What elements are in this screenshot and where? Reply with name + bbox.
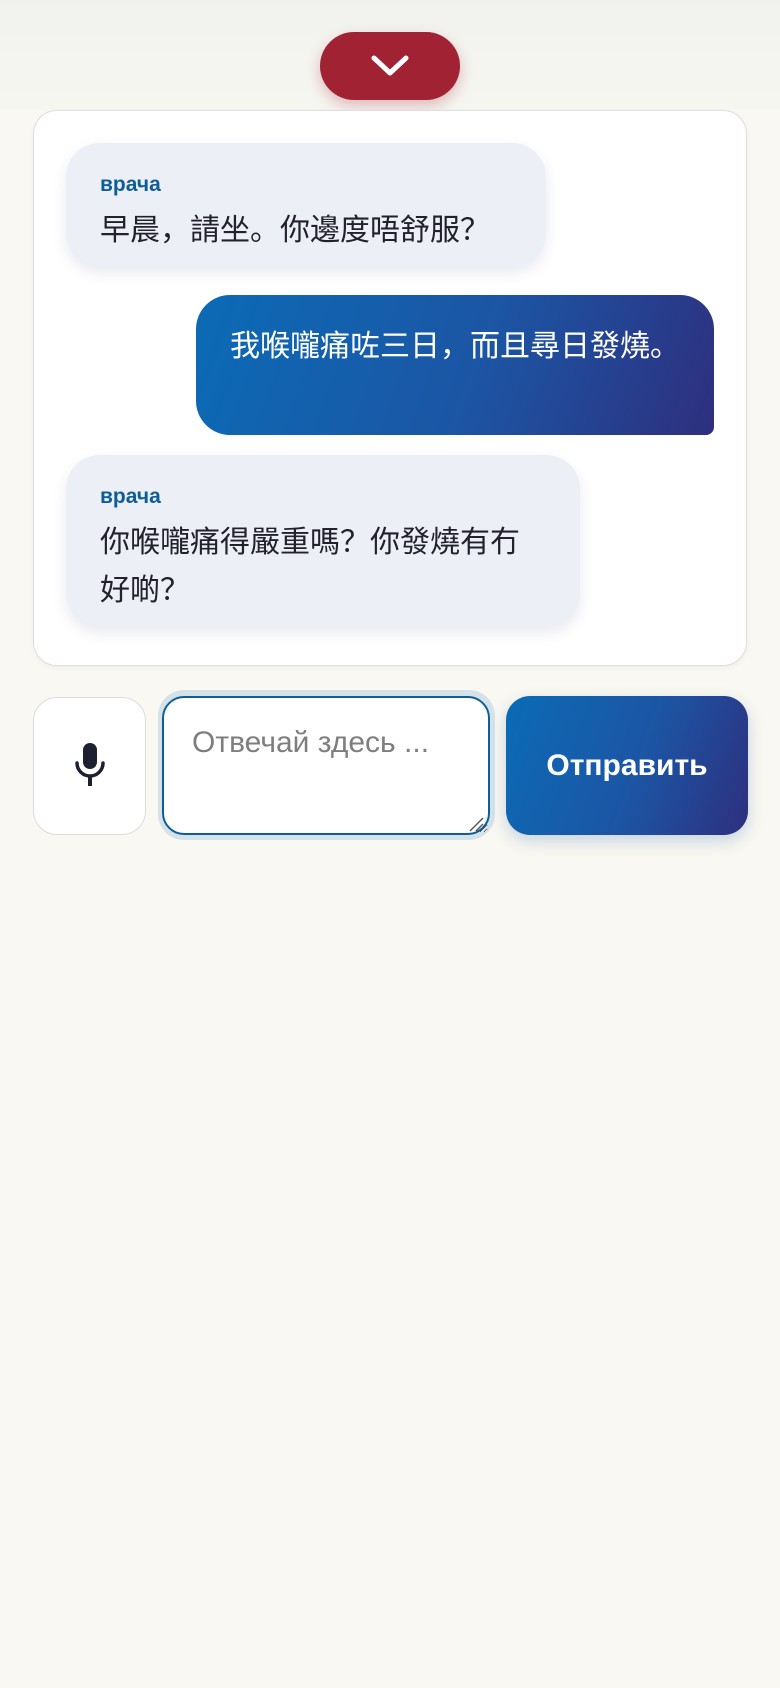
message-text: 你喉嚨痛得嚴重嗎？你發燒有冇好啲？ — [100, 525, 520, 608]
doctor-message: врача 早晨，請坐。你邊度唔舒服？ — [66, 143, 546, 267]
send-button[interactable]: Отправить — [506, 696, 748, 835]
resize-handle-icon[interactable] — [468, 816, 484, 832]
sender-label: врача — [100, 485, 161, 508]
sender-label: врача — [100, 173, 161, 196]
chevron-down-icon — [371, 55, 409, 76]
message-text: 我喉嚨痛咗三日，而且尋日發燒。 — [230, 329, 680, 364]
user-message: 我喉嚨痛咗三日，而且尋日發燒。 — [196, 295, 714, 435]
microphone-button[interactable] — [33, 697, 146, 835]
conversation-panel: врача 早晨，請坐。你邊度唔舒服？ 我喉嚨痛咗三日，而且尋日發燒。 врач… — [33, 110, 747, 666]
microphone-icon — [74, 743, 105, 786]
message-text: 早晨，請坐。你邊度唔舒服？ — [100, 213, 490, 248]
collapse-button[interactable] — [320, 32, 460, 100]
reply-input[interactable] — [162, 696, 490, 835]
doctor-message: врача 你喉嚨痛得嚴重嗎？你發燒有冇好啲？ — [66, 455, 580, 627]
